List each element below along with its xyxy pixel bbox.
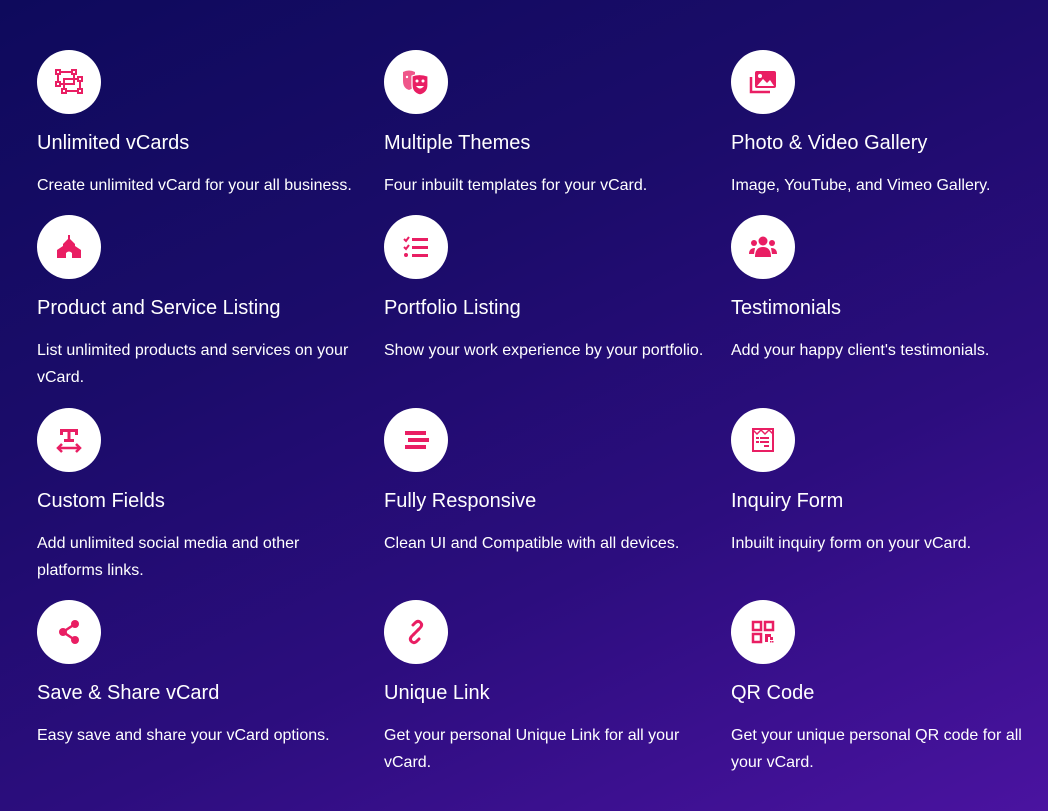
feature-multiple-themes: Multiple Themes Four inbuilt templates f…	[384, 50, 731, 215]
feature-portfolio-listing: Portfolio Listing Show your work experie…	[384, 215, 731, 408]
feature-title: Inquiry Form	[731, 490, 844, 512]
feature-icon-badge	[384, 600, 448, 664]
text-width-icon	[56, 429, 82, 453]
feature-testimonials: Testimonials Add your happy client's tes…	[731, 215, 1048, 408]
theater-masks-icon	[403, 70, 429, 96]
feature-description: Create unlimited vCard for your all busi…	[37, 177, 352, 194]
qr-code-icon	[751, 620, 775, 644]
link-icon	[408, 619, 424, 645]
feature-icon-badge	[731, 50, 795, 114]
feature-description: Add unlimited social media and other pla…	[37, 535, 300, 579]
feature-description: Four inbuilt templates for your vCard.	[384, 177, 648, 194]
feature-icon-badge	[384, 215, 448, 279]
feature-description: Image, YouTube, and Vimeo Gallery.	[731, 177, 991, 194]
feature-unlimited-vcards: Unlimited vCards Create unlimited vCard …	[37, 50, 384, 215]
feature-fully-responsive: Fully Responsive Clean UI and Compatible…	[384, 408, 731, 600]
feature-custom-fields: Custom Fields Add unlimited social media…	[37, 408, 384, 600]
feature-title: Unlimited vCards	[37, 132, 190, 154]
users-icon	[749, 236, 777, 257]
stream-icon	[405, 431, 429, 449]
feature-title: Testimonials	[731, 297, 842, 319]
tasks-list-icon	[403, 236, 428, 257]
feature-title: QR Code	[731, 682, 815, 704]
feature-description: Clean UI and Compatible with all devices…	[384, 535, 680, 552]
feature-icon-badge	[731, 215, 795, 279]
feature-icon-badge	[384, 408, 448, 472]
feature-qr-code: QR Code Get your unique personal QR code…	[731, 600, 1048, 771]
feature-icon-badge	[731, 408, 795, 472]
feature-description: Get your unique personal QR code for all…	[731, 727, 1022, 771]
feature-save-share-vcard: Save & Share vCard Easy save and share y…	[37, 600, 384, 750]
feature-title: Save & Share vCard	[37, 682, 220, 704]
building-icon	[57, 235, 81, 258]
feature-inquiry-form: Inquiry Form Inbuilt inquiry form on you…	[731, 408, 1048, 600]
feature-title: Unique Link	[384, 682, 490, 704]
feature-icon-badge	[37, 215, 101, 279]
feature-title: Product and Service Listing	[37, 297, 281, 319]
feature-description: List unlimited products and services on …	[37, 342, 349, 386]
feature-title: Multiple Themes	[384, 132, 531, 154]
feature-title: Fully Responsive	[384, 490, 537, 512]
vector-square-icon	[55, 69, 83, 94]
share-icon	[59, 620, 79, 644]
feature-title: Photo & Video Gallery	[731, 132, 928, 154]
feature-description: Easy save and share your vCard options.	[37, 727, 330, 744]
features-grid: Unlimited vCards Create unlimited vCard …	[37, 50, 1048, 771]
feature-description: Show your work experience by your portfo…	[384, 342, 704, 359]
feature-title: Custom Fields	[37, 490, 165, 512]
feature-unique-link: Unique Link Get your personal Unique Lin…	[384, 600, 731, 771]
feature-icon-badge	[37, 408, 101, 472]
feature-description: Add your happy client's testimonials.	[731, 342, 990, 359]
form-icon	[752, 428, 774, 452]
feature-icon-badge	[37, 600, 101, 664]
feature-title: Portfolio Listing	[384, 297, 521, 319]
feature-description: Get your personal Unique Link for all yo…	[384, 727, 680, 771]
feature-photo-video-gallery: Photo & Video Gallery Image, YouTube, an…	[731, 50, 1048, 215]
images-icon	[749, 71, 776, 94]
feature-product-service-listing: Product and Service Listing List unlimit…	[37, 215, 384, 408]
feature-icon-badge	[37, 50, 101, 114]
feature-icon-badge	[731, 600, 795, 664]
feature-icon-badge	[384, 50, 448, 114]
feature-description: Inbuilt inquiry form on your vCard.	[731, 535, 972, 552]
